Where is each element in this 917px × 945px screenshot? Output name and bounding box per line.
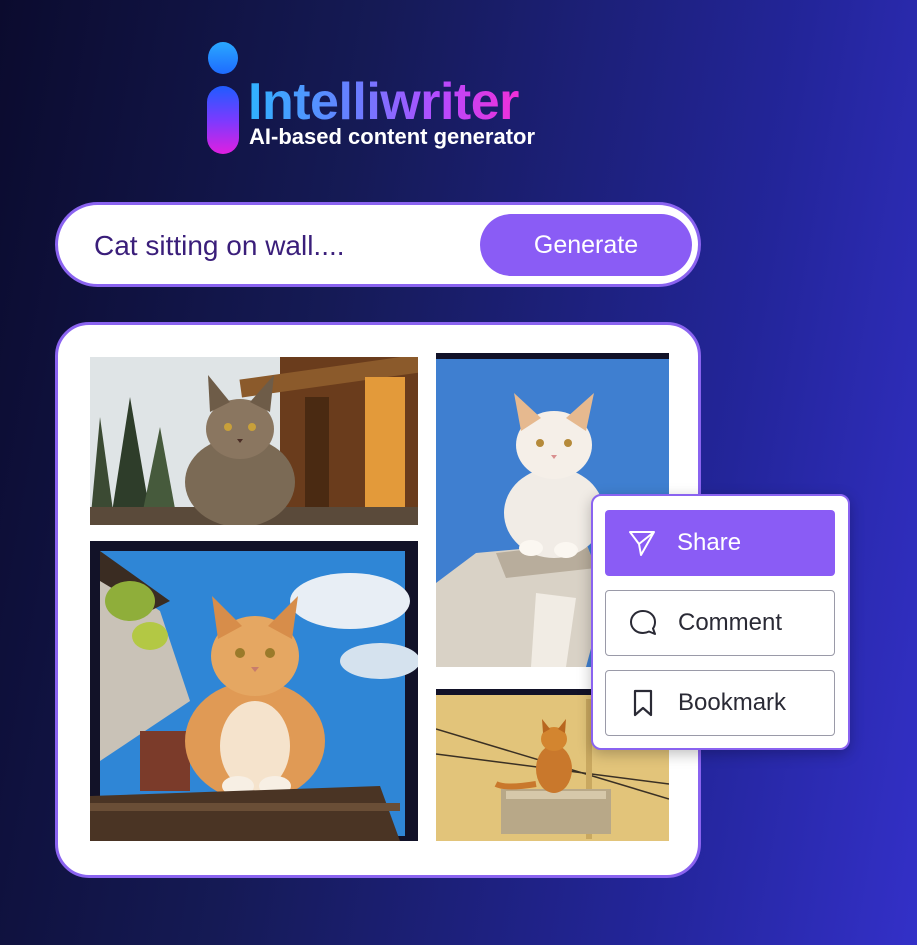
comment-icon bbox=[630, 610, 656, 635]
brand-title: Intelliwriter bbox=[248, 73, 519, 131]
comment-button[interactable]: Comment bbox=[605, 590, 835, 656]
prompt-bar: Cat sitting on wall.... Generate bbox=[55, 202, 701, 287]
brand-subtitle: AI-based content generator bbox=[249, 124, 536, 149]
share-label: Share bbox=[677, 529, 742, 556]
bookmark-icon bbox=[633, 689, 653, 717]
share-button[interactable]: Share bbox=[605, 510, 835, 576]
generate-button[interactable]: Generate bbox=[480, 214, 692, 276]
generated-image-3[interactable] bbox=[90, 541, 418, 841]
bookmark-button[interactable]: Bookmark bbox=[605, 670, 835, 736]
brand-logo-icon bbox=[205, 42, 239, 154]
bookmark-label: Bookmark bbox=[678, 689, 787, 716]
send-icon bbox=[629, 531, 655, 556]
actions-menu: Share Comment Bookmark bbox=[591, 494, 850, 750]
generated-image-1[interactable] bbox=[90, 357, 418, 525]
prompt-input[interactable]: Cat sitting on wall.... bbox=[94, 229, 345, 263]
logo-dot bbox=[208, 42, 238, 74]
logo-bar bbox=[207, 86, 239, 154]
comment-label: Comment bbox=[678, 609, 783, 636]
